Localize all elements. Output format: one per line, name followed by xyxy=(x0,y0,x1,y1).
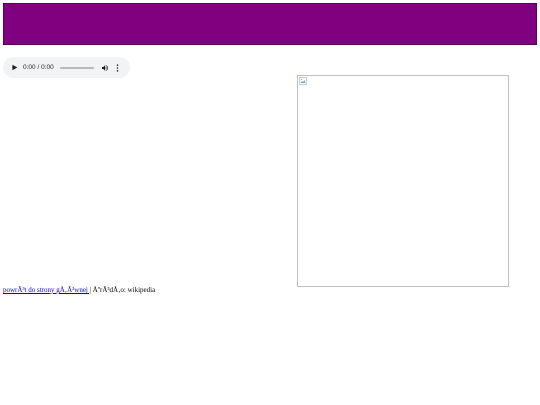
more-options-button[interactable] xyxy=(112,57,124,78)
time-display: 0:00 / 0:00 xyxy=(23,64,54,71)
back-to-home-link-text: powrÃ³t do strony gÅ‚Ã³wnej xyxy=(3,286,88,294)
image-placeholder xyxy=(297,75,509,287)
volume-icon xyxy=(101,64,108,71)
page: 0:00 / 0:00 powrÃ³t do strony gÅ‚Ã³wnej … xyxy=(0,0,540,405)
audio-player[interactable]: 0:00 / 0:00 xyxy=(3,57,130,78)
play-icon xyxy=(11,64,17,71)
play-button[interactable] xyxy=(3,57,25,78)
progress-slider[interactable] xyxy=(59,66,94,69)
header-banner xyxy=(3,3,537,45)
volume-button[interactable] xyxy=(98,57,112,78)
more-vertical-icon xyxy=(116,63,119,72)
source-credit: ÅºrÃ³dÅ‚o: wikipedia xyxy=(91,286,156,294)
footer: powrÃ³t do strony gÅ‚Ã³wnej | ÅºrÃ³dÅ‚o:… xyxy=(3,285,155,295)
back-to-home-link[interactable]: powrÃ³t do strony gÅ‚Ã³wnej | xyxy=(3,286,91,294)
broken-image-icon xyxy=(299,77,307,85)
